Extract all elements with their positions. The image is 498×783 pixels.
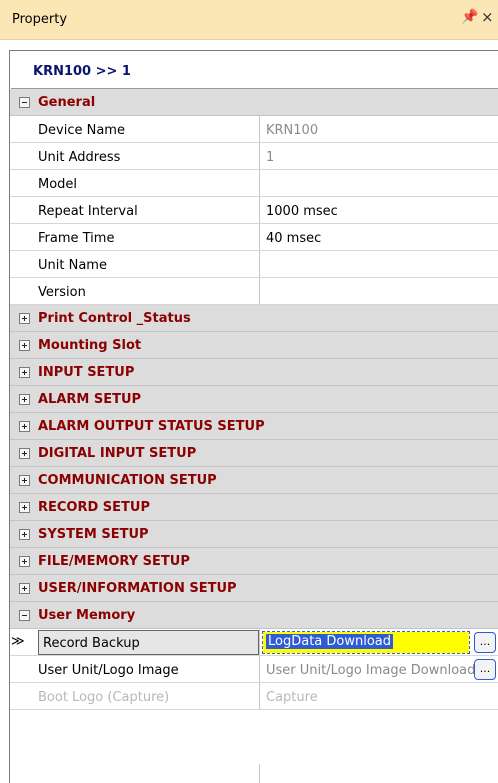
category-user-information-setup[interactable]: USER/INFORMATION SETUP [10, 575, 498, 602]
current-row-marker-icon: ≫ [11, 634, 25, 649]
property-value[interactable]: LogData Download [266, 634, 394, 649]
expand-icon[interactable] [19, 475, 30, 486]
property-rows: General Device Name KRN100 Unit Address … [10, 89, 498, 710]
property-row-unit-name[interactable]: Unit Name [10, 251, 498, 278]
property-grid: KRN100 >> 1 General Device Name KRN100 U… [9, 50, 498, 783]
category-user-memory[interactable]: User Memory [10, 602, 498, 629]
category-alarm-output-status-setup[interactable]: ALARM OUTPUT STATUS SETUP [10, 413, 498, 440]
category-label: DIGITAL INPUT SETUP [38, 446, 197, 461]
property-name: Unit Name [38, 258, 107, 273]
category-file-memory-setup[interactable]: FILE/MEMORY SETUP [10, 548, 498, 575]
property-row-record-backup[interactable]: ≫ Record Backup LogData Download ... [10, 629, 498, 656]
property-name: Boot Logo (Capture) [38, 690, 170, 705]
property-name: User Unit/Logo Image [38, 663, 179, 678]
property-name: Device Name [38, 123, 125, 138]
category-label: INPUT SETUP [38, 365, 135, 380]
property-row-model[interactable]: Model [10, 170, 498, 197]
expand-icon[interactable] [19, 448, 30, 459]
property-value: User Unit/Logo Image Download [266, 663, 474, 678]
close-icon[interactable]: × [481, 9, 494, 25]
category-label: ALARM SETUP [38, 392, 142, 407]
browse-button[interactable]: ... [474, 659, 496, 680]
property-name: Unit Address [38, 150, 121, 165]
pin-icon[interactable]: 📌 [461, 9, 478, 25]
object-selector-label: KRN100 >> 1 [33, 64, 131, 79]
property-row-version[interactable]: Version [10, 278, 498, 305]
expand-icon[interactable] [19, 367, 30, 378]
grid-empty-area [10, 764, 498, 783]
panel-title: Property [12, 12, 68, 27]
property-row-device-name[interactable]: Device Name KRN100 [10, 116, 498, 143]
category-general[interactable]: General [10, 89, 498, 116]
category-label: ALARM OUTPUT STATUS SETUP [38, 419, 265, 434]
object-selector[interactable]: KRN100 >> 1 [11, 52, 498, 89]
expand-icon[interactable] [19, 313, 30, 324]
property-name: Version [38, 285, 86, 300]
property-name: Record Backup [43, 636, 140, 651]
expand-icon[interactable] [19, 556, 30, 567]
category-record-setup[interactable]: RECORD SETUP [10, 494, 498, 521]
property-value: 1 [266, 150, 275, 165]
panel-titlebar: Property 📌 × [0, 0, 498, 40]
property-row-unit-address[interactable]: Unit Address 1 [10, 143, 498, 170]
property-row-frame-time[interactable]: Frame Time 40 msec [10, 224, 498, 251]
category-mounting-slot[interactable]: Mounting Slot [10, 332, 498, 359]
property-row-boot-logo-capture: Boot Logo (Capture) Capture [10, 683, 498, 710]
category-alarm-setup[interactable]: ALARM SETUP [10, 386, 498, 413]
expand-icon[interactable] [19, 421, 30, 432]
category-label: User Memory [38, 608, 136, 623]
expand-icon[interactable] [19, 340, 30, 351]
property-value: Capture [266, 690, 318, 705]
property-row-repeat-interval[interactable]: Repeat Interval 1000 msec [10, 197, 498, 224]
category-label: COMMUNICATION SETUP [38, 473, 217, 488]
category-label: Print Control _Status [38, 311, 191, 326]
expand-icon[interactable] [19, 529, 30, 540]
expand-icon[interactable] [19, 583, 30, 594]
category-label: Mounting Slot [38, 338, 142, 353]
category-input-setup[interactable]: INPUT SETUP [10, 359, 498, 386]
category-digital-input-setup[interactable]: DIGITAL INPUT SETUP [10, 440, 498, 467]
expand-icon[interactable] [19, 502, 30, 513]
property-name: Repeat Interval [38, 204, 138, 219]
property-value[interactable]: 1000 msec [266, 204, 474, 219]
property-row-user-unit-logo-image[interactable]: User Unit/Logo Image User Unit/Logo Imag… [10, 656, 498, 683]
category-print-control-status[interactable]: Print Control _Status [10, 305, 498, 332]
collapse-icon[interactable] [19, 610, 30, 621]
category-communication-setup[interactable]: COMMUNICATION SETUP [10, 467, 498, 494]
property-name: Frame Time [38, 231, 115, 246]
category-label: USER/INFORMATION SETUP [38, 581, 237, 596]
property-value[interactable]: 40 msec [266, 231, 474, 246]
category-label: RECORD SETUP [38, 500, 151, 515]
property-name: Model [38, 177, 78, 192]
category-label: SYSTEM SETUP [38, 527, 149, 542]
property-value: KRN100 [266, 123, 319, 138]
collapse-icon[interactable] [19, 97, 30, 108]
browse-button[interactable]: ... [474, 632, 496, 653]
category-system-setup[interactable]: SYSTEM SETUP [10, 521, 498, 548]
category-label: General [38, 95, 96, 110]
expand-icon[interactable] [19, 394, 30, 405]
category-label: FILE/MEMORY SETUP [38, 554, 190, 569]
